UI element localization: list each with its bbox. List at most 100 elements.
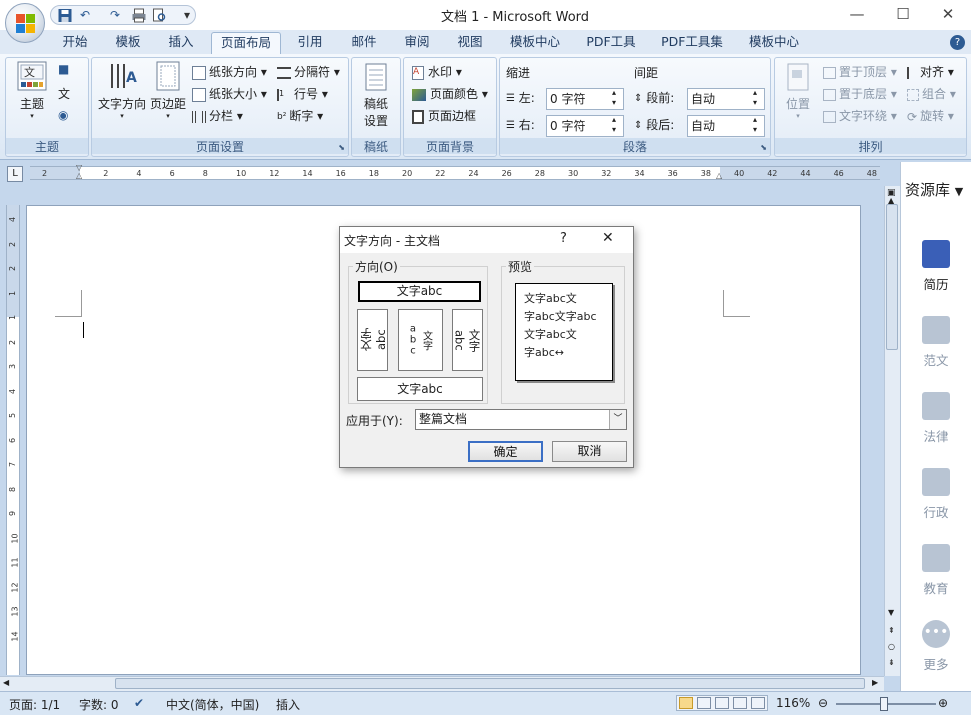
resource-resume[interactable]: 简历 bbox=[901, 240, 971, 293]
close-button[interactable]: ✕ bbox=[925, 0, 971, 28]
indent-right-spinner[interactable]: ▴ ▾ bbox=[612, 115, 616, 135]
zoom-in-icon[interactable]: ⊕ bbox=[938, 696, 948, 710]
status-words[interactable]: 字数: 0 bbox=[79, 696, 119, 713]
tab-view[interactable]: 视图 bbox=[450, 32, 490, 54]
reading-view-icon[interactable] bbox=[697, 697, 711, 709]
orientation-option-vertical-stacked[interactable]: 文字abc bbox=[398, 309, 443, 371]
tab-template[interactable]: 模板 bbox=[108, 32, 148, 54]
tab-insert[interactable]: 插入 bbox=[161, 32, 201, 54]
proofing-icon[interactable]: ✔ bbox=[134, 696, 144, 710]
tab-review[interactable]: 审阅 bbox=[397, 32, 437, 54]
right-indent-marker-icon[interactable]: △ bbox=[716, 171, 722, 180]
line-numbers-button[interactable]: 1 行号 ▾ bbox=[277, 85, 328, 102]
save-icon[interactable] bbox=[57, 8, 73, 23]
scroll-right-icon[interactable]: ▶ bbox=[872, 678, 878, 687]
apply-to-dropdown-icon[interactable]: ﹀ bbox=[609, 410, 626, 429]
preview-icon[interactable] bbox=[151, 8, 167, 23]
qat-more-icon[interactable]: ▾ bbox=[179, 8, 195, 23]
orientation-option-vertical-left[interactable]: 文字abc bbox=[357, 309, 388, 371]
breaks-button[interactable]: 分隔符 ▾ bbox=[277, 63, 340, 80]
tab-references[interactable]: 引用 bbox=[290, 32, 330, 54]
rotate-button[interactable]: ⟳ 旋转 ▾ bbox=[907, 107, 954, 124]
columns-button[interactable]: 分栏 ▾ bbox=[192, 107, 243, 124]
theme-effects-icon[interactable]: ◉ bbox=[58, 108, 68, 122]
page-color-button[interactable]: 页面颜色 ▾ bbox=[412, 85, 488, 102]
horizontal-ruler[interactable]: 2 2 4 6 8 10 12 14 16 18 20 22 24 26 28 30 32 34 36 38 40 42 4… bbox=[30, 166, 880, 180]
maximize-button[interactable]: ☐ bbox=[880, 0, 926, 28]
margins-button[interactable]: 页边距 ▾ bbox=[150, 60, 186, 120]
indent-left-spinner[interactable]: ▴ ▾ bbox=[612, 88, 616, 108]
status-insert-mode[interactable]: 插入 bbox=[276, 696, 300, 713]
resource-education[interactable]: 教育 bbox=[901, 544, 971, 597]
status-language[interactable]: 中文(简体，中国) bbox=[166, 696, 259, 713]
scroll-down-icon[interactable]: ▼ bbox=[888, 608, 894, 617]
resource-more[interactable]: ••• 更多 bbox=[901, 620, 971, 673]
bring-front-button[interactable]: 置于顶层 ▾ bbox=[823, 63, 897, 80]
tab-home[interactable]: 开始 bbox=[55, 32, 95, 54]
theme-fonts-icon[interactable]: 文 bbox=[58, 85, 70, 102]
browse-object-icon[interactable]: ○ bbox=[888, 642, 895, 651]
draft-view-icon[interactable] bbox=[751, 697, 765, 709]
horizontal-scroll-thumb[interactable] bbox=[115, 678, 865, 689]
ruler-tick-label: 22 bbox=[435, 169, 446, 178]
redo-icon[interactable]: ↷ bbox=[107, 8, 123, 23]
help-icon[interactable]: ? bbox=[950, 35, 965, 50]
theme-colors-icon[interactable]: ■ bbox=[58, 62, 69, 76]
position-button[interactable]: 位置 ▾ bbox=[779, 62, 817, 120]
dialog-close-button[interactable]: ✕ bbox=[602, 230, 614, 246]
orientation-button[interactable]: 纸张方向 ▾ bbox=[192, 63, 267, 80]
orientation-option-bottom[interactable]: 文字abc bbox=[357, 377, 483, 401]
status-page[interactable]: 页面: 1/1 bbox=[9, 696, 60, 713]
undo-icon[interactable]: ↶ bbox=[77, 8, 93, 23]
prev-page-icon[interactable]: ⇞ bbox=[888, 626, 895, 635]
themes-button[interactable]: 文 主题 ▾ bbox=[10, 60, 54, 120]
tab-page-layout[interactable]: 页面布局 bbox=[211, 32, 281, 54]
cancel-button[interactable]: 取消 bbox=[552, 441, 627, 462]
vruler-tick-label: 7 bbox=[8, 461, 18, 468]
print-icon[interactable] bbox=[131, 8, 147, 23]
orientation-option-horizontal[interactable]: 文字abc bbox=[358, 281, 481, 302]
align-button[interactable]: 对齐 ▾ bbox=[907, 63, 954, 80]
watermark-button[interactable]: A 水印 ▾ bbox=[412, 63, 462, 80]
resource-panel-title[interactable]: 资源库 ▼ bbox=[905, 179, 963, 200]
minimize-button[interactable]: — bbox=[834, 0, 880, 28]
resource-sample[interactable]: 范文 bbox=[901, 316, 971, 369]
ok-button[interactable]: 确定 bbox=[468, 441, 543, 462]
dialog-help-button[interactable]: ? bbox=[560, 231, 567, 246]
orientation-option-vertical-right[interactable]: 文字abc bbox=[452, 309, 483, 371]
resource-law[interactable]: 法律 bbox=[901, 392, 971, 445]
resource-admin[interactable]: 行政 bbox=[901, 468, 971, 521]
apply-to-select[interactable]: 整篇文档 bbox=[415, 409, 627, 430]
draft-settings-button[interactable]: 稿纸 设置 bbox=[356, 62, 396, 129]
vertical-ruler[interactable]: 4 2 2 1 1 2 3 4 5 6 7 8 9 10 11 12 13 14 bbox=[6, 205, 20, 675]
vertical-scroll-thumb[interactable] bbox=[886, 204, 898, 350]
zoom-out-icon[interactable]: ⊖ bbox=[818, 696, 828, 710]
page-borders-button[interactable]: 页面边框 bbox=[412, 107, 476, 124]
text-direction-button[interactable]: A 文字方向 ▾ bbox=[95, 60, 149, 120]
tab-mailings[interactable]: 邮件 bbox=[344, 32, 384, 54]
tab-template-center[interactable]: 模板中心 bbox=[503, 32, 567, 54]
vruler-tick-label: 8 bbox=[8, 486, 18, 492]
hyphenation-button[interactable]: b² 断字 ▾ bbox=[277, 107, 323, 124]
zoom-level[interactable]: 116% bbox=[776, 696, 810, 710]
scroll-left-icon[interactable]: ◀ bbox=[3, 678, 9, 687]
web-layout-icon[interactable] bbox=[715, 697, 729, 709]
spacing-after-spinner[interactable]: ▴ ▾ bbox=[753, 115, 757, 135]
tab-pdf-tools[interactable]: PDF工具 bbox=[580, 32, 642, 54]
indent-marker-icon[interactable]: ▽ △ bbox=[76, 164, 86, 184]
outline-view-icon[interactable] bbox=[733, 697, 747, 709]
tab-selector-icon[interactable]: L bbox=[7, 166, 23, 182]
size-button[interactable]: 纸张大小 ▾ bbox=[192, 85, 267, 102]
paragraph-launcher-icon[interactable]: ⬊ bbox=[760, 143, 767, 152]
next-page-icon[interactable]: ⇟ bbox=[888, 658, 895, 667]
group-objects-button[interactable]: 组合 ▾ bbox=[907, 85, 956, 102]
zoom-slider-thumb[interactable] bbox=[880, 697, 888, 711]
tab-pdf-toolset[interactable]: PDF工具集 bbox=[655, 32, 729, 54]
office-button[interactable] bbox=[5, 3, 45, 43]
print-layout-icon[interactable] bbox=[679, 697, 693, 709]
send-back-button[interactable]: 置于底层 ▾ bbox=[823, 85, 897, 102]
spacing-before-spinner[interactable]: ▴ ▾ bbox=[753, 88, 757, 108]
text-wrap-button[interactable]: 文字环绕 ▾ bbox=[823, 107, 897, 124]
tab-template-center-2[interactable]: 模板中心 bbox=[742, 32, 806, 54]
page-setup-launcher-icon[interactable]: ⬊ bbox=[338, 143, 345, 152]
